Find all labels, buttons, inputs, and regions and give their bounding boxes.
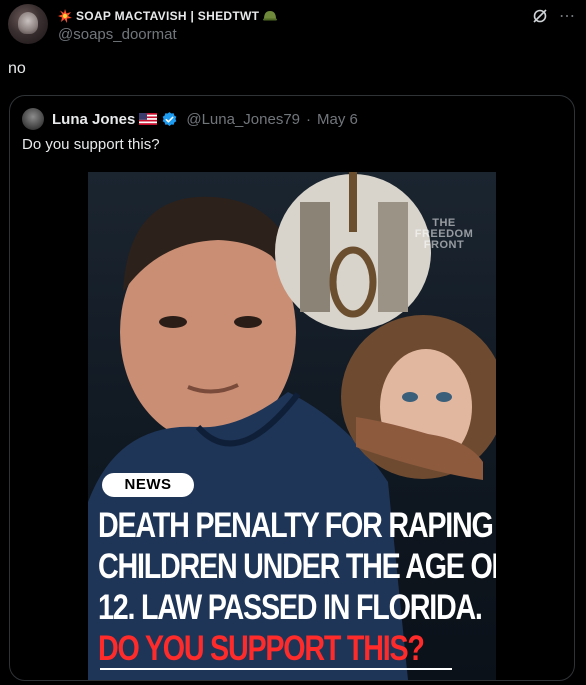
grok-icon[interactable] xyxy=(532,8,548,24)
image-cta: DO YOU SUPPORT THIS? xyxy=(98,629,425,668)
more-options-icon[interactable]: ⋯ xyxy=(559,6,576,26)
quoted-post-header: Luna Jones @Luna_Jones79 · May 6 xyxy=(22,108,358,130)
meta-separator: · xyxy=(306,110,312,128)
freedom-front-watermark: THE FREEDOM FRONT xyxy=(406,218,482,251)
avatar[interactable] xyxy=(8,4,48,44)
author-display-name: SOAP MACTAVISH | SHEDTWT xyxy=(76,9,260,23)
us-flag-emoji-icon xyxy=(139,113,158,125)
cta-underline xyxy=(100,668,452,670)
quoted-post-card[interactable]: Luna Jones @Luna_Jones79 · May 6 Do you … xyxy=(9,95,575,681)
quoted-author-handle[interactable]: @Luna_Jones79 xyxy=(186,111,300,128)
post-text: no xyxy=(8,60,26,77)
headline-line-1: DEATH PENALTY FOR RAPING xyxy=(98,506,494,545)
quoted-post-image[interactable]: THE FREEDOM FRONT NEWS DEATH PENALTY FOR… xyxy=(88,172,496,680)
watermark-line-3: FRONT xyxy=(423,239,465,251)
news-tag: NEWS xyxy=(102,473,194,497)
author-handle[interactable]: @soaps_doormat xyxy=(58,26,177,43)
quoted-author-avatar[interactable] xyxy=(22,108,44,130)
quoted-post-text: Do you support this? xyxy=(22,136,160,153)
skull-avatar-graphic xyxy=(18,12,38,34)
quoted-author-name[interactable]: Luna Jones xyxy=(52,111,135,128)
post-header: SOAP MACTAVISH | SHEDTWT @soaps_doormat … xyxy=(8,4,578,46)
quoted-post-date[interactable]: May 6 xyxy=(317,111,358,128)
military-helmet-emoji-icon xyxy=(263,11,278,21)
explosion-emoji-icon xyxy=(58,9,72,23)
headline-line-2: CHILDREN UNDER THE AGE OF xyxy=(98,547,496,586)
verified-badge-icon xyxy=(163,111,177,126)
author-name-row[interactable]: SOAP MACTAVISH | SHEDTWT xyxy=(58,7,278,25)
image-headline: DEATH PENALTY FOR RAPING CHILDREN UNDER … xyxy=(98,505,496,628)
headline-line-3: 12. LAW PASSED IN FLORIDA. xyxy=(98,588,483,627)
